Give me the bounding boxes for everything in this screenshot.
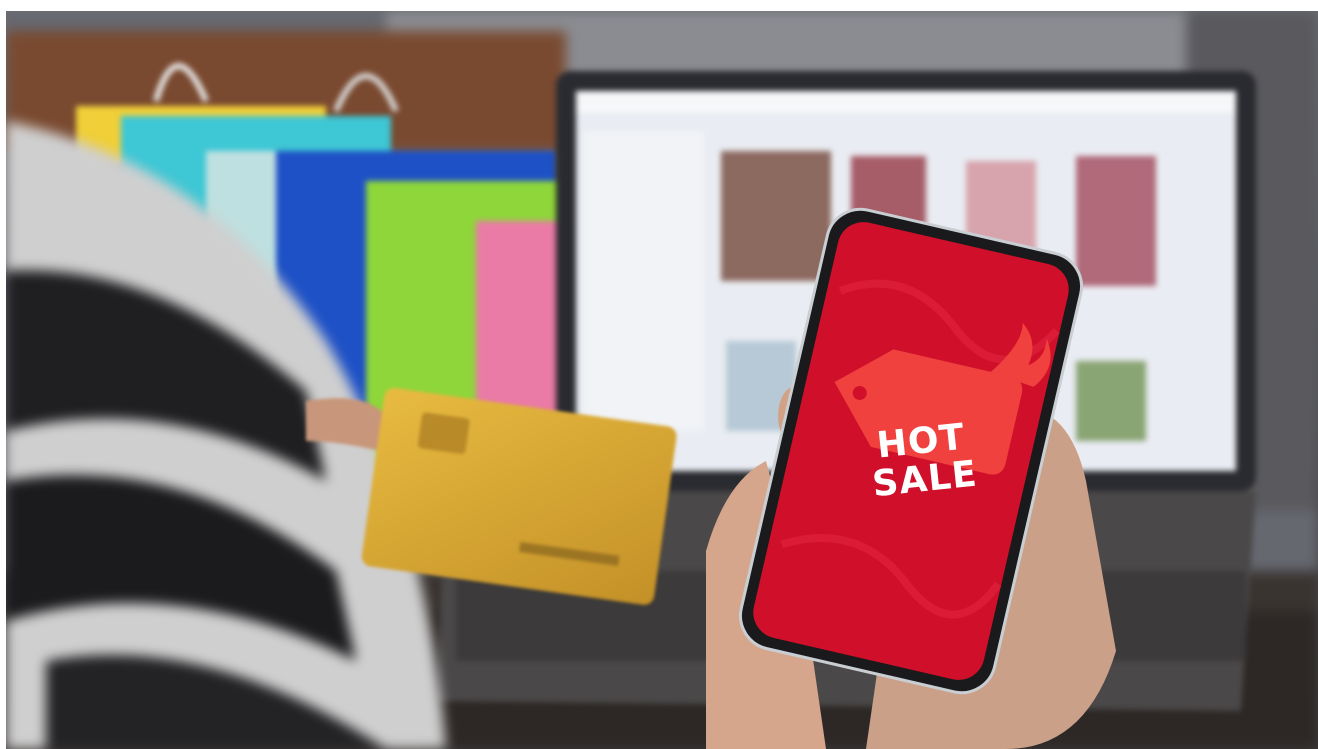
hot-sale-label: HOT SALE [864,417,981,506]
smartphone [738,207,1084,695]
shopping-photo: HOT SALE [6,11,1318,749]
